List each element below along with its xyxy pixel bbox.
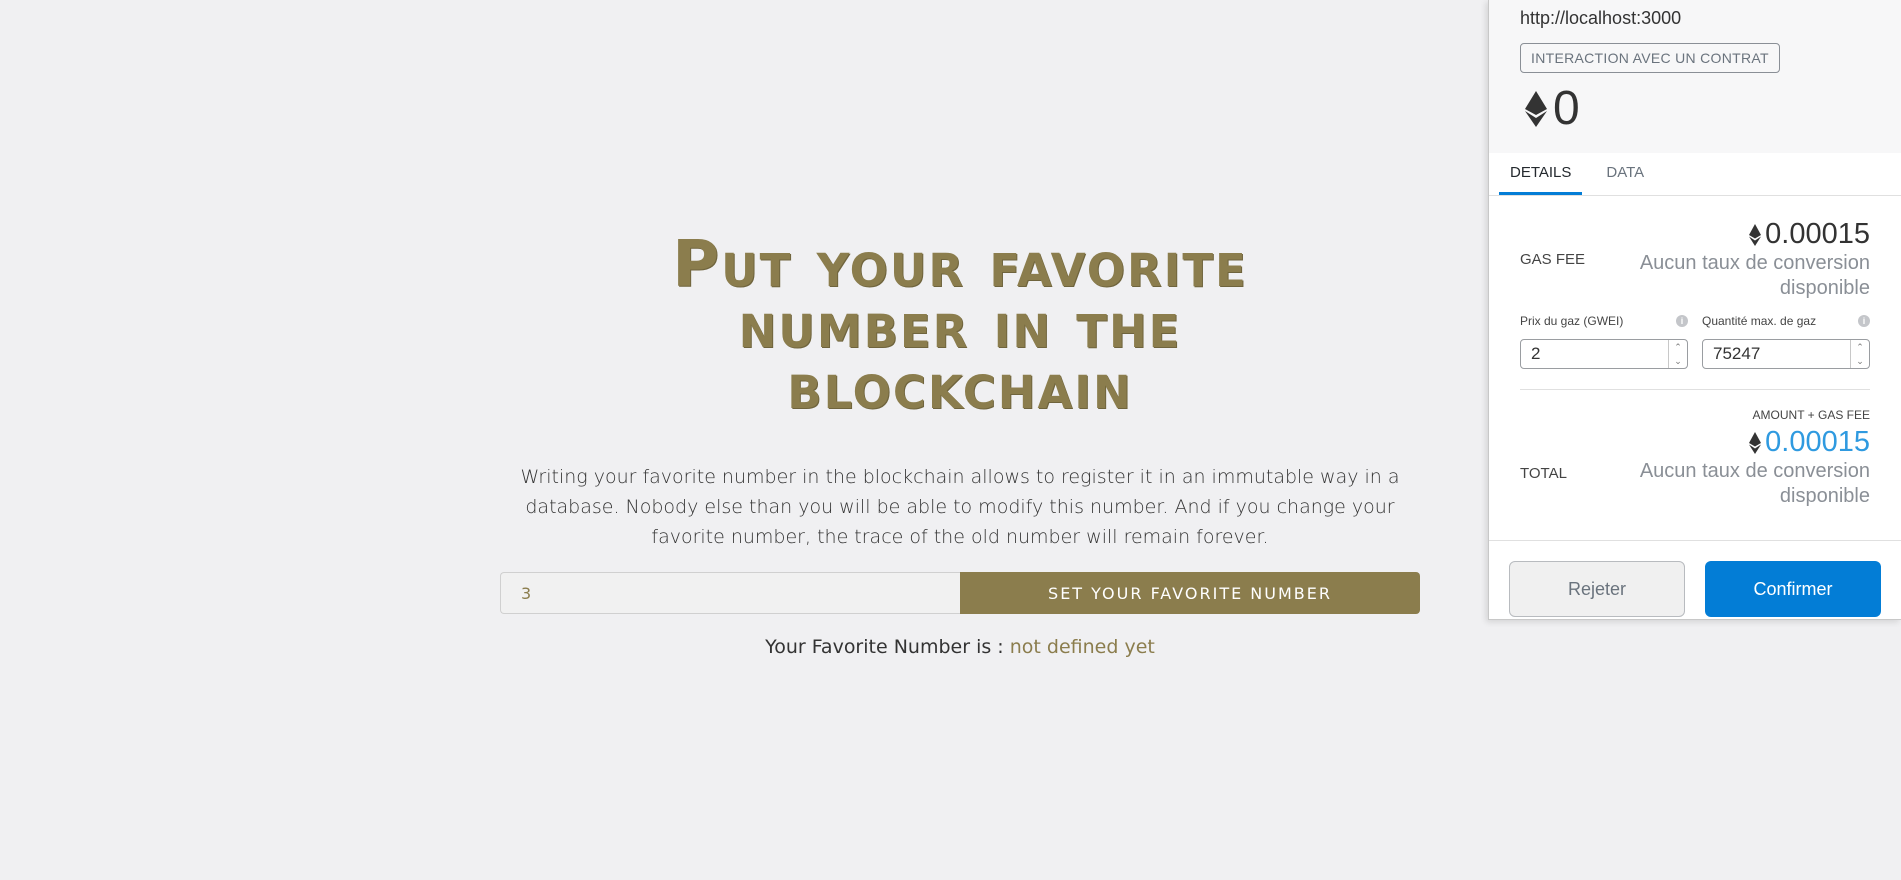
gas-limit-stepper[interactable]: ⌃ ⌄ — [1851, 340, 1869, 368]
info-icon[interactable]: i — [1676, 315, 1688, 327]
set-favorite-number-button[interactable]: SET YOUR FAVORITE NUMBER — [960, 572, 1420, 614]
amount-gas-fee-header: AMOUNT + GAS FEE — [1752, 408, 1870, 422]
gas-fee-label: GAS FEE — [1520, 251, 1586, 268]
total-value: 0.00015 — [1765, 426, 1870, 458]
gas-limit-label: Quantité max. de gaz — [1702, 314, 1817, 328]
metamask-tabs: DETAILS DATA — [1489, 153, 1901, 196]
intro-text: Writing your favorite number in the bloc… — [520, 466, 1400, 548]
gas-price-label: Prix du gaz (GWEI) — [1520, 314, 1624, 328]
gas-fee-row: GAS FEE 0.00015 Aucun taux de conversion… — [1520, 196, 1870, 311]
metamask-footer: Rejeter Confirmer — [1489, 540, 1901, 617]
amount-value: 0 — [1553, 82, 1580, 135]
eth-icon — [1525, 91, 1547, 127]
gas-fee-value: 0.00015 — [1765, 218, 1870, 250]
total-conversion: Aucun taux de conversion disponible — [1639, 460, 1870, 507]
gas-limit-input[interactable]: 75247 ⌃ ⌄ — [1702, 339, 1870, 369]
gas-price-input[interactable]: 2 ⌃ ⌄ — [1520, 339, 1688, 369]
chevron-down-icon[interactable]: ⌄ — [1851, 354, 1869, 368]
page: Put your favorite number in the blockcha… — [0, 0, 1901, 880]
origin-url: http://localhost:3000 — [1520, 8, 1682, 28]
reject-button[interactable]: Rejeter — [1509, 561, 1685, 617]
chevron-down-icon[interactable]: ⌄ — [1669, 354, 1687, 368]
tab-details[interactable]: DETAILS — [1499, 153, 1583, 195]
total-row: TOTAL 0.00015 Aucun taux de conversion d… — [1520, 422, 1870, 540]
transaction-amount: 0 — [1520, 83, 1870, 135]
page-title: Put your favorite number in the blockcha… — [672, 228, 1248, 424]
tab-data[interactable]: DATA — [1595, 153, 1655, 195]
chevron-up-icon[interactable]: ⌃ — [1851, 340, 1869, 354]
dapp-main: Put your favorite number in the blockcha… — [500, 228, 1420, 658]
gas-price-value[interactable]: 2 — [1521, 340, 1669, 368]
favorite-number-status: Your Favorite Number is : not defined ye… — [500, 636, 1420, 658]
favorite-number-value: not defined yet — [1009, 636, 1155, 658]
total-label: TOTAL — [1520, 464, 1567, 482]
gas-inputs: Prix du gaz (GWEI) i 2 ⌃ ⌄ Quantité max.… — [1520, 311, 1870, 369]
chevron-up-icon[interactable]: ⌃ — [1669, 340, 1687, 354]
details-panel: GAS FEE 0.00015 Aucun taux de conversion… — [1489, 196, 1901, 540]
eth-icon — [1749, 223, 1762, 246]
gas-limit-value[interactable]: 75247 — [1703, 340, 1851, 368]
contract-interaction-badge: INTERACTION AVEC UN CONTRAT — [1520, 43, 1780, 73]
info-icon[interactable]: i — [1858, 315, 1870, 327]
favorite-number-label: Your Favorite Number is : — [765, 636, 1004, 658]
metamask-popup: http://localhost:3000 INTERACTION AVEC U… — [1488, 0, 1901, 620]
confirm-button[interactable]: Confirmer — [1705, 561, 1881, 617]
divider — [1520, 389, 1870, 390]
gas-price-stepper[interactable]: ⌃ ⌄ — [1669, 340, 1687, 368]
gas-fee-conversion: Aucun taux de conversion disponible — [1639, 252, 1870, 299]
eth-icon — [1749, 431, 1762, 454]
metamask-header: http://localhost:3000 INTERACTION AVEC U… — [1489, 0, 1901, 153]
favorite-number-form: SET YOUR FAVORITE NUMBER — [500, 572, 1420, 614]
favorite-number-input[interactable] — [500, 572, 960, 614]
